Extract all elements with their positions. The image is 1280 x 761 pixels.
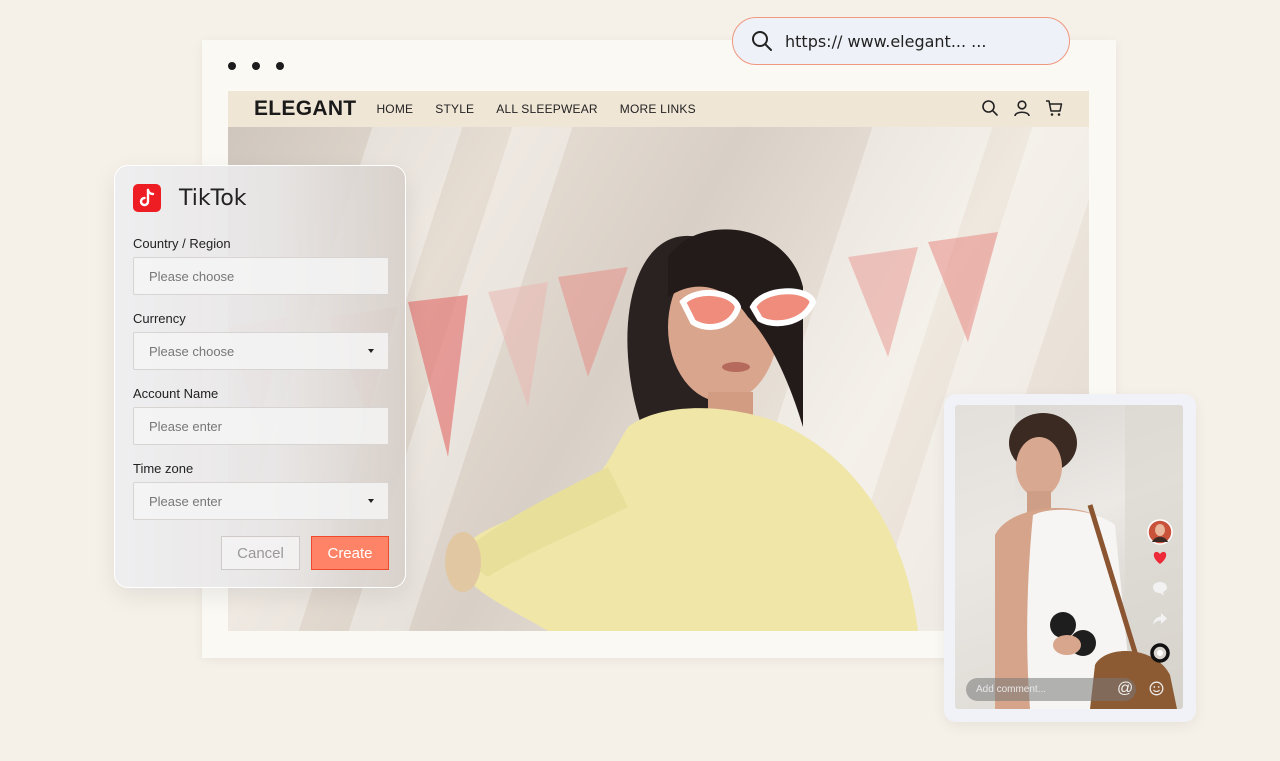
comment-input[interactable]: Add comment... bbox=[966, 678, 1136, 701]
emoji-icon[interactable] bbox=[1149, 681, 1164, 696]
url-bar[interactable]: https:// www.elegant... ... bbox=[732, 17, 1070, 65]
country-region-placeholder: Please choose bbox=[149, 268, 235, 284]
site-navbar: ELEGANT HOME STYLE ALL SLEEPWEAR MORE LI… bbox=[228, 91, 1089, 127]
time-zone-select[interactable]: Please enter bbox=[133, 482, 389, 520]
comment-icon[interactable] bbox=[1152, 581, 1168, 596]
tiktok-logo-icon bbox=[133, 184, 161, 212]
site-logo[interactable]: ELEGANT bbox=[254, 97, 356, 121]
currency-label: Currency bbox=[133, 311, 186, 326]
account-name-label: Account Name bbox=[133, 386, 219, 401]
share-icon[interactable] bbox=[1152, 612, 1168, 627]
window-dot[interactable] bbox=[276, 62, 284, 70]
cart-icon[interactable] bbox=[1045, 99, 1063, 117]
nav-link-home[interactable]: HOME bbox=[376, 102, 413, 116]
currency-placeholder: Please choose bbox=[149, 343, 235, 359]
video-frame[interactable]: Add comment... @ bbox=[955, 405, 1183, 709]
account-name-input[interactable]: Please enter bbox=[133, 407, 389, 445]
form-header: TikTok bbox=[133, 184, 247, 212]
nav-icons bbox=[981, 99, 1063, 117]
nav-link-style[interactable]: STYLE bbox=[435, 102, 474, 116]
url-text: https:// www.elegant... ... bbox=[785, 31, 987, 51]
user-icon[interactable] bbox=[1013, 99, 1031, 117]
window-controls bbox=[228, 62, 284, 70]
window-dot[interactable] bbox=[228, 62, 236, 70]
country-region-label: Country / Region bbox=[133, 236, 231, 251]
video-action-bar bbox=[1147, 519, 1173, 663]
caret-down-icon bbox=[368, 349, 374, 353]
nav-link-more-links[interactable]: MORE LINKS bbox=[620, 102, 696, 116]
phone-preview: Add comment... @ bbox=[944, 394, 1196, 722]
cancel-button[interactable]: Cancel bbox=[221, 536, 300, 570]
music-disc-icon[interactable] bbox=[1150, 643, 1170, 663]
like-heart-icon[interactable] bbox=[1152, 551, 1168, 565]
account-name-placeholder: Please enter bbox=[149, 418, 222, 434]
country-region-input[interactable]: Please choose bbox=[133, 257, 389, 295]
mention-icon[interactable]: @ bbox=[1117, 680, 1133, 698]
currency-select[interactable]: Please choose bbox=[133, 332, 389, 370]
create-button[interactable]: Create bbox=[311, 536, 389, 570]
search-icon[interactable] bbox=[981, 99, 999, 117]
creator-avatar[interactable] bbox=[1147, 519, 1173, 545]
window-dot[interactable] bbox=[252, 62, 260, 70]
time-zone-label: Time zone bbox=[133, 461, 194, 476]
search-icon bbox=[752, 31, 772, 51]
nav-link-all-sleepwear[interactable]: ALL SLEEPWEAR bbox=[496, 102, 598, 116]
comment-placeholder: Add comment... bbox=[976, 684, 1047, 695]
time-zone-placeholder: Please enter bbox=[149, 493, 222, 509]
tiktok-account-form: TikTok Country / Region Please choose Cu… bbox=[114, 165, 406, 588]
form-title: TikTok bbox=[179, 185, 247, 211]
caret-down-icon bbox=[368, 499, 374, 503]
